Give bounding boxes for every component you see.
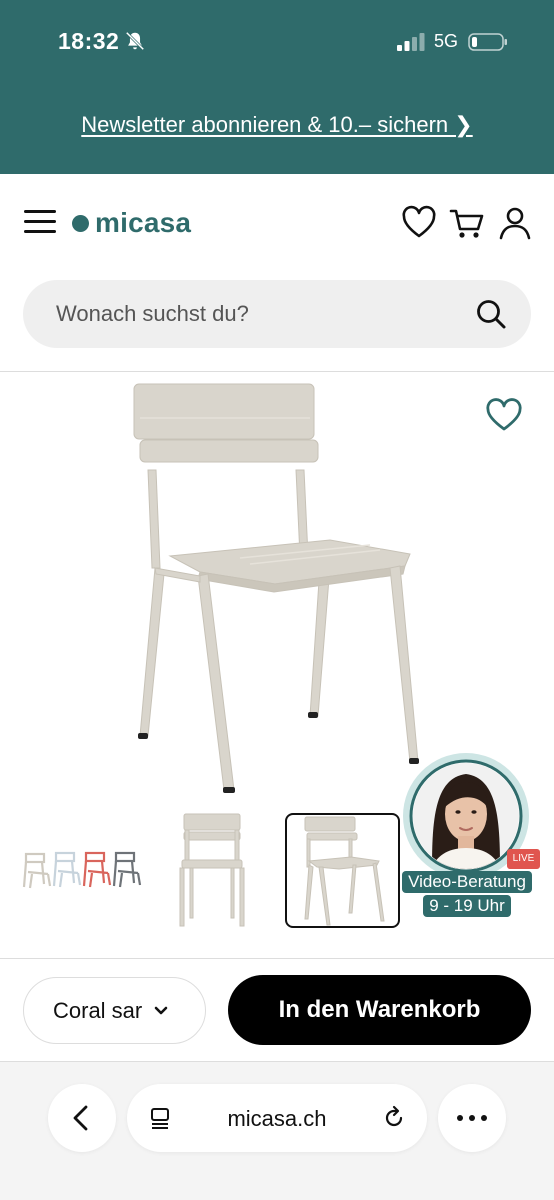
color-select[interactable]: Coral sar xyxy=(23,977,206,1044)
more-button[interactable] xyxy=(438,1084,506,1152)
thumbnail-front-view[interactable] xyxy=(168,812,256,930)
color-select-value: Coral sar xyxy=(53,997,143,1023)
logo[interactable]: micasa xyxy=(72,206,191,240)
video-advisor-label[interactable]: Video-Beratung 9 - 19 Uhr xyxy=(394,871,540,917)
video-advisor-hours: 9 - 19 Uhr xyxy=(423,895,511,917)
cart-icon[interactable] xyxy=(448,204,486,242)
bell-muted-icon xyxy=(125,31,145,51)
purchase-bar: Coral sar In den Warenkorb xyxy=(0,958,554,1062)
status-time: 18:32 xyxy=(58,28,120,54)
back-button[interactable] xyxy=(48,1084,116,1152)
search-icon[interactable] xyxy=(475,298,507,330)
newsletter-promo: Newsletter abonnieren & 10.– sichern ❯ xyxy=(0,112,554,138)
heart-icon[interactable] xyxy=(400,204,438,242)
live-badge: LIVE xyxy=(507,849,540,869)
signal-icon xyxy=(397,33,425,51)
browser-toolbar: micasa.ch xyxy=(0,1062,554,1200)
address-bar[interactable]: micasa.ch xyxy=(127,1084,427,1152)
logo-text: micasa xyxy=(95,207,192,238)
logo-dot xyxy=(72,214,89,232)
more-icon xyxy=(457,1115,487,1121)
top-banner: 18:32 5G Newsletter abonnieren & 10.– si… xyxy=(0,0,554,174)
chevron-down-icon xyxy=(154,1006,168,1014)
search-bar xyxy=(23,280,531,348)
add-to-cart-button[interactable]: In den Warenkorb xyxy=(228,975,531,1045)
site-header: micasa xyxy=(0,174,554,274)
battery-icon xyxy=(468,33,507,51)
product-page: 18:32 5G Newsletter abonnieren & 10.– si… xyxy=(0,0,554,1200)
search-input[interactable] xyxy=(56,280,456,348)
thumbnail-side-view-selected[interactable] xyxy=(285,813,400,928)
chevron-left-icon xyxy=(73,1105,88,1131)
thumbnail-color-variants[interactable] xyxy=(20,812,142,930)
network-label: 5G xyxy=(434,31,459,51)
account-icon[interactable] xyxy=(496,204,534,242)
reload-icon[interactable] xyxy=(381,1105,407,1131)
product-image xyxy=(133,383,419,793)
video-advisor-title: Video-Beratung xyxy=(402,871,532,893)
menu-icon[interactable] xyxy=(24,210,56,236)
wishlist-heart-icon[interactable] xyxy=(485,398,523,434)
thumbnail-side-view-image xyxy=(304,816,385,926)
newsletter-link[interactable]: Newsletter abonnieren & 10.– sichern ❯ xyxy=(81,112,472,137)
divider xyxy=(0,371,554,372)
status-bar: 18:32 5G xyxy=(0,0,554,84)
